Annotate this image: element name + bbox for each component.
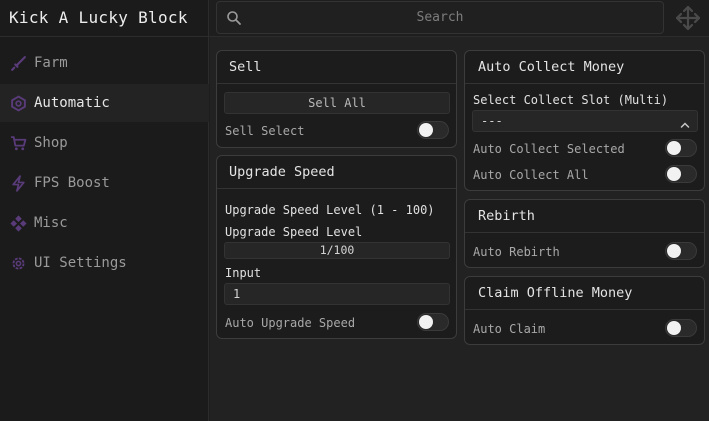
auto-rebirth-toggle[interactable]	[665, 242, 697, 260]
sword-icon	[0, 55, 34, 72]
cart-icon	[0, 135, 34, 152]
upgrade-speed-slider[interactable]: 1/100	[224, 242, 450, 259]
sidebar-item-label: FPS Boost	[34, 175, 110, 191]
collect-selected-toggle[interactable]	[665, 139, 697, 157]
chevron-up-icon	[680, 116, 690, 128]
search-input[interactable]: Search	[216, 1, 664, 34]
lightning-icon	[0, 174, 34, 192]
sidebar-item-shop[interactable]: Shop	[0, 124, 209, 162]
gear-icon	[0, 255, 34, 272]
panel-title: Upgrade Speed	[217, 156, 456, 189]
app-title: Kick A Lucky Block	[9, 8, 188, 27]
sidebar-item-label: UI Settings	[34, 255, 127, 271]
sidebar-item-label: Shop	[34, 135, 68, 151]
auto-collect-panel: Auto Collect Money Select Collect Slot (…	[464, 50, 705, 191]
divider	[0, 36, 209, 37]
collect-slot-label: Select Collect Slot (Multi)	[473, 93, 669, 107]
collect-all-toggle[interactable]	[665, 165, 697, 183]
sidebar-item-ui-settings[interactable]: UI Settings	[0, 244, 209, 282]
panel-title: Auto Collect Money	[465, 51, 704, 84]
rebirth-panel: Rebirth Auto Rebirth	[464, 199, 705, 268]
dropdown-value: ---	[481, 114, 503, 128]
panel-title: Rebirth	[465, 200, 704, 233]
sell-select-label: Sell Select	[225, 124, 305, 138]
level-range-label: Upgrade Speed Level (1 - 100)	[225, 203, 435, 217]
upgrade-speed-panel: Upgrade Speed Upgrade Speed Level (1 - 1…	[216, 155, 457, 339]
sidebar-item-label: Farm	[34, 55, 68, 71]
sidebar-item-farm[interactable]: Farm	[0, 44, 209, 82]
sidebar-item-fps-boost[interactable]: FPS Boost	[0, 164, 209, 202]
auto-rebirth-label: Auto Rebirth	[473, 245, 560, 259]
sell-panel: Sell Sell All Sell Select	[216, 50, 457, 148]
auto-claim-label: Auto Claim	[473, 322, 546, 336]
sidebar-item-label: Automatic	[34, 95, 110, 111]
panel-title: Claim Offline Money	[465, 277, 704, 310]
move-icon[interactable]	[674, 4, 702, 32]
search-placeholder: Search	[416, 10, 464, 25]
panel-title: Sell	[217, 51, 456, 84]
input-label: Input	[225, 266, 262, 280]
hexagon-icon	[0, 94, 34, 112]
collect-selected-label: Auto Collect Selected	[473, 142, 625, 156]
auto-upgrade-label: Auto Upgrade Speed	[225, 316, 356, 330]
sidebar-item-automatic[interactable]: Automatic	[0, 84, 209, 122]
sidebar-item-label: Misc	[34, 215, 68, 231]
upgrade-speed-input[interactable]: 1	[224, 283, 450, 305]
collect-slot-dropdown[interactable]: ---	[472, 110, 698, 132]
sidebar: Kick A Lucky Block Farm Automatic Shop F…	[0, 0, 209, 421]
auto-claim-toggle[interactable]	[665, 319, 697, 337]
offline-money-panel: Claim Offline Money Auto Claim	[464, 276, 705, 345]
sidebar-item-misc[interactable]: Misc	[0, 204, 209, 242]
level-label: Upgrade Speed Level	[225, 225, 363, 239]
collect-all-label: Auto Collect All	[473, 168, 589, 182]
diamond-cluster-icon	[0, 214, 34, 232]
auto-upgrade-toggle[interactable]	[417, 313, 449, 331]
sell-all-button[interactable]: Sell All	[224, 92, 450, 114]
sell-select-toggle[interactable]	[417, 121, 449, 139]
